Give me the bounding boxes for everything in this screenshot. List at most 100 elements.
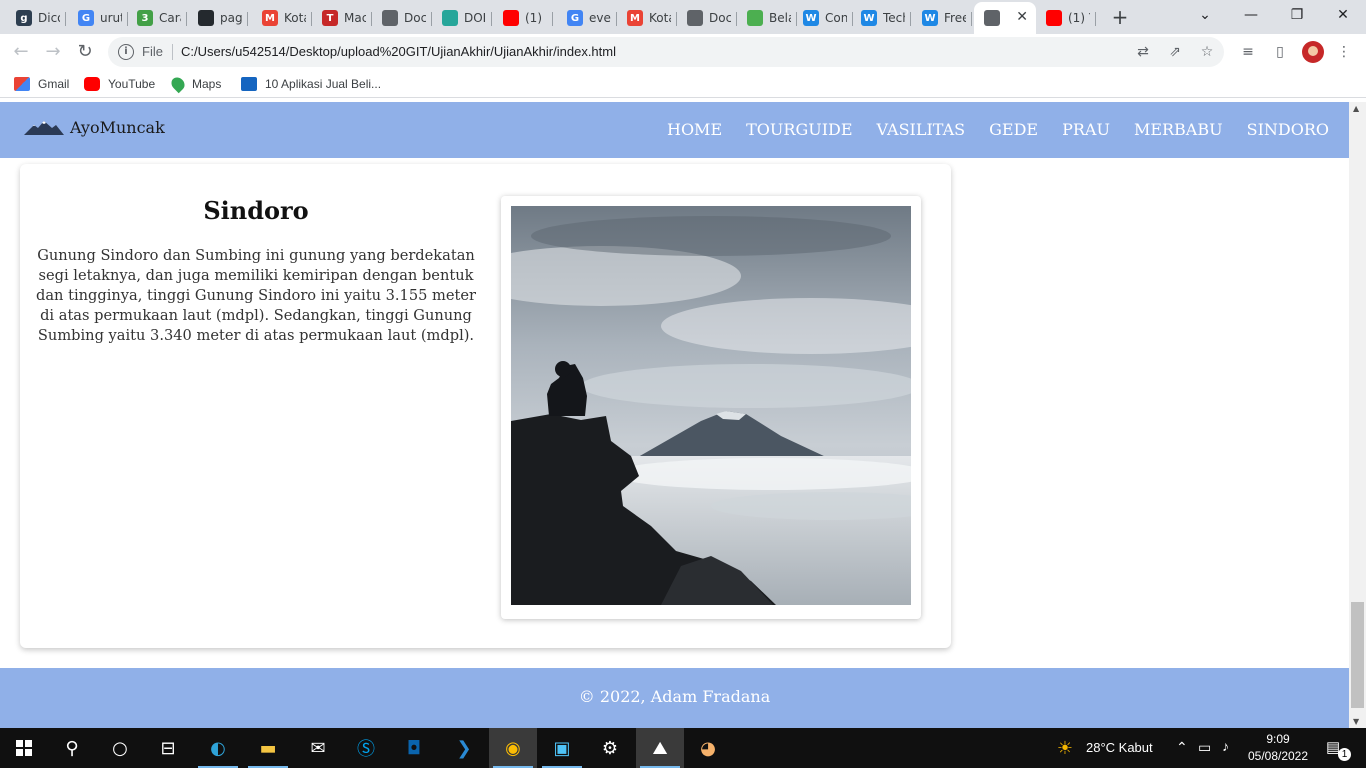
tab-favicon-icon: 3 [137, 10, 153, 26]
file-explorer-icon[interactable]: ▬ [244, 728, 292, 768]
tab-title: pag [220, 11, 242, 25]
bookmark-aplikasi[interactable]: 10 Aplikasi Jual Beli... [241, 75, 381, 93]
nav-vasilitas[interactable]: VASILITAS [877, 120, 966, 139]
tab-favicon-icon: W [861, 10, 877, 26]
bookmark-star-icon[interactable]: ☆ [1198, 43, 1216, 61]
notification-count-badge: 1 [1338, 748, 1351, 761]
nav-home[interactable]: HOME [667, 120, 722, 139]
edge-icon[interactable]: ◐ [194, 728, 242, 768]
forward-icon[interactable]: → [42, 41, 64, 63]
tab-favicon-icon: g [16, 10, 32, 26]
browser-tab[interactable]: Geve [557, 4, 617, 32]
tab-separator [552, 12, 553, 26]
weather-icon[interactable]: ☀ [1050, 728, 1080, 768]
tab-favicon-icon: M [262, 10, 278, 26]
tab-separator [65, 12, 66, 26]
tab-title: Tech [883, 11, 905, 25]
bookmark-maps[interactable]: Maps [168, 74, 221, 94]
close-window-icon[interactable]: ✕ [1320, 0, 1366, 30]
skype-icon[interactable]: Ⓢ [342, 728, 390, 768]
tab-separator [910, 12, 911, 26]
tab-favicon-icon: G [567, 10, 583, 26]
tray-chevron-icon[interactable]: ⌃ [1176, 739, 1188, 756]
bookmark-gmail[interactable]: Gmail [14, 75, 69, 93]
nav-prau[interactable]: PRAU [1062, 120, 1110, 139]
menu-icon[interactable]: ⋮ [1334, 42, 1354, 62]
task-view-icon[interactable]: ⊟ [144, 728, 192, 768]
reload-icon[interactable]: ↻ [74, 41, 96, 63]
new-tab-button[interactable]: + [1108, 6, 1132, 30]
start-windows-icon[interactable] [0, 728, 48, 768]
back-icon[interactable]: ← [10, 41, 32, 63]
browser-tab-strip: + ⌄ — ❐ ✕ g Dico Gurut 3 Cara pag M Kota T Mac Doc… [0, 0, 1366, 34]
nav-gede[interactable]: GEDE [989, 120, 1038, 139]
browser-tab[interactable]: M Kota [252, 4, 312, 32]
site-info-icon[interactable]: i [118, 44, 134, 60]
browser-tab[interactable]: T Mac [312, 4, 372, 32]
minimize-icon[interactable]: — [1228, 0, 1274, 30]
settings-gear-icon[interactable]: ⚙ [586, 728, 634, 768]
paint-icon[interactable]: ◕ [684, 728, 732, 768]
browser-tab[interactable]: (1) Y [1036, 4, 1096, 32]
network-icon[interactable]: ▭ [1198, 739, 1211, 756]
nav-sindoro[interactable]: SINDORO [1247, 120, 1329, 139]
mountain-card: Sindoro Gunung Sindoro dan Sumbing ini g… [20, 164, 951, 648]
tab-favicon-icon [984, 10, 1000, 26]
browser-tab[interactable]: Doc [677, 4, 737, 32]
scroll-thumb[interactable] [1351, 602, 1364, 708]
tab-title: Kota [649, 11, 671, 25]
mail-icon[interactable]: ✉ [294, 728, 342, 768]
browser-tab[interactable]: ✕ [974, 2, 1036, 34]
browser-tab[interactable]: 3 Cara [127, 4, 187, 32]
tab-title: Dico [38, 11, 60, 25]
browser-tab[interactable]: Doc [372, 4, 432, 32]
media-control-icon[interactable]: ≡ [1238, 42, 1258, 62]
browser-tab[interactable]: DOI [432, 4, 492, 32]
volume-icon[interactable]: ♪ [1222, 738, 1229, 754]
close-tab-icon[interactable]: ✕ [1016, 9, 1028, 25]
bookmark-youtube[interactable]: YouTube [84, 75, 155, 93]
scroll-up-arrow-icon[interactable]: ▲ [1353, 104, 1359, 113]
tab-favicon-icon: W [803, 10, 819, 26]
browser-tab[interactable]: (1) I [493, 4, 553, 32]
page-scrollbar[interactable]: ▲ ▼ [1349, 102, 1366, 728]
restore-icon[interactable]: ❐ [1274, 0, 1320, 30]
profile-avatar[interactable] [1302, 41, 1324, 63]
browser-tab[interactable]: W Tech [851, 4, 911, 32]
tab-favicon-icon: G [78, 10, 94, 26]
nav-merbabu[interactable]: MERBABU [1134, 120, 1223, 139]
clock-time[interactable]: 9:09 [1250, 732, 1306, 746]
main-menu: HOME TOURGUIDE VASILITAS GEDE PRAU MERBA… [643, 120, 1329, 139]
side-panel-icon[interactable]: ▯ [1270, 42, 1290, 62]
search-icon[interactable]: ⚲ [48, 728, 96, 768]
browser-tab[interactable]: Gurut [68, 4, 128, 32]
scroll-down-arrow-icon[interactable]: ▼ [1353, 717, 1359, 726]
file-scheme-label: File [142, 44, 163, 59]
browser-tab[interactable]: pag [188, 4, 248, 32]
control-panel-icon[interactable]: ▣ [538, 728, 586, 768]
outlook-icon[interactable]: ◘ [390, 728, 438, 768]
browser-tab[interactable]: M Kota [617, 4, 677, 32]
weather-text[interactable]: 28°C Kabut [1086, 740, 1153, 755]
brand[interactable]: AyoMuncak [24, 118, 165, 137]
cortana-icon[interactable]: ○ [96, 728, 144, 768]
url-text[interactable]: C:/Users/u542514/Desktop/upload%20GIT/Uj… [181, 44, 616, 59]
share-icon[interactable]: ⇗ [1166, 43, 1184, 61]
photos-icon[interactable]: ⛰ [636, 728, 684, 768]
brand-name: AyoMuncak [70, 118, 165, 137]
address-bar[interactable]: i File C:/Users/u542514/Desktop/upload%2… [108, 37, 1224, 67]
tab-favicon-icon [503, 10, 519, 26]
browser-tab[interactable]: W Free [912, 4, 972, 32]
translate-icon[interactable]: ⇄ [1134, 43, 1152, 61]
vscode-icon[interactable]: ❯ [440, 728, 488, 768]
clock-date[interactable]: 05/08/2022 [1246, 749, 1310, 763]
browser-tab[interactable]: g Dico [6, 4, 66, 32]
browser-tab[interactable]: W Con [793, 4, 853, 32]
tab-title: eve [589, 11, 611, 25]
browser-tab[interactable]: Bela [737, 4, 797, 32]
tab-title: Cara [159, 11, 181, 25]
nav-tourguide[interactable]: TOURGUIDE [746, 120, 852, 139]
tab-separator [491, 12, 492, 26]
tab-search-icon[interactable]: ⌄ [1182, 0, 1228, 30]
chrome-icon[interactable]: ◉ [489, 728, 537, 768]
